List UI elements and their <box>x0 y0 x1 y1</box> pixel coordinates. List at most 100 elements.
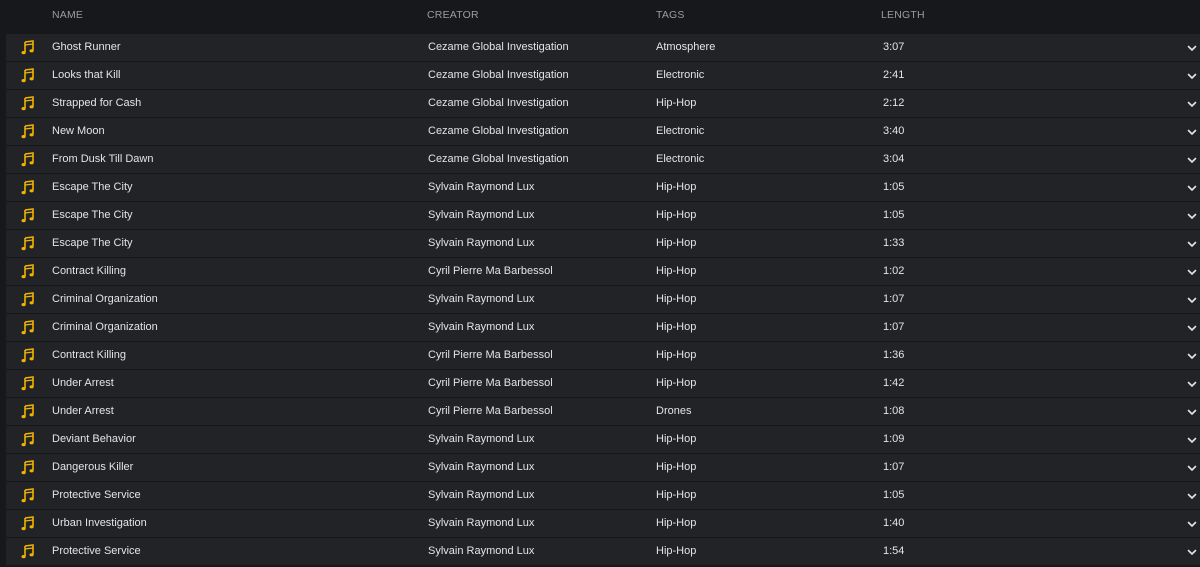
track-length: 1:54 <box>883 545 905 557</box>
track-creator: Cyril Pierre Ma Barbessol <box>428 377 553 389</box>
track-length: 2:41 <box>883 69 905 81</box>
track-length: 3:07 <box>883 41 905 53</box>
track-tags: Hip-Hop <box>656 97 697 109</box>
track-row[interactable]: Protective Service Sylvain Raymond Lux Hip… <box>6 538 1200 565</box>
track-tags: Electronic <box>656 69 705 81</box>
track-tags: Hip-Hop <box>656 293 697 305</box>
track-creator: Cezame Global Investigation <box>428 41 569 53</box>
chevron-down-icon[interactable] <box>1186 70 1198 82</box>
track-creator: Sylvain Raymond Lux <box>428 181 535 193</box>
track-tags: Electronic <box>656 125 705 137</box>
chevron-down-icon[interactable] <box>1186 126 1198 138</box>
column-header-creator[interactable]: CREATOR <box>427 9 479 21</box>
track-tags: Hip-Hop <box>656 489 697 501</box>
chevron-down-icon[interactable] <box>1186 182 1198 194</box>
chevron-down-icon[interactable] <box>1186 294 1198 306</box>
chevron-down-icon[interactable] <box>1186 42 1198 54</box>
chevron-down-icon[interactable] <box>1186 154 1198 166</box>
track-creator: Sylvain Raymond Lux <box>428 517 535 529</box>
column-header-length[interactable]: LENGTH <box>881 9 925 21</box>
track-creator: Cyril Pierre Ma Barbessol <box>428 405 553 417</box>
track-row[interactable]: Strapped for Cash Cezame Global Investiga… <box>6 90 1200 117</box>
track-row[interactable]: Ghost Runner Cezame Global Investigation A… <box>6 34 1200 61</box>
track-row[interactable]: From Dusk Till Dawn Cezame Global Investi… <box>6 146 1200 173</box>
track-tags: Hip-Hop <box>656 321 697 333</box>
chevron-down-icon[interactable] <box>1186 490 1198 502</box>
track-name: Criminal Organization <box>52 321 158 333</box>
track-creator: Cyril Pierre Ma Barbessol <box>428 265 553 277</box>
track-length: 1:02 <box>883 265 905 277</box>
chevron-down-icon[interactable] <box>1186 378 1198 390</box>
track-row[interactable]: Criminal Organization Sylvain Raymond Lux… <box>6 314 1200 341</box>
column-header-name[interactable]: NAME <box>52 9 83 21</box>
column-header-tags[interactable]: TAGS <box>656 9 685 21</box>
track-row[interactable]: Under Arrest Cyril Pierre Ma Barbessol Dro… <box>6 398 1200 425</box>
chevron-down-icon[interactable] <box>1186 350 1198 362</box>
music-note-icon <box>20 95 38 113</box>
track-creator: Cyril Pierre Ma Barbessol <box>428 349 553 361</box>
chevron-down-icon[interactable] <box>1186 98 1198 110</box>
track-tags: Hip-Hop <box>656 545 697 557</box>
track-name: Urban Investigation <box>52 517 147 529</box>
music-note-icon <box>20 347 38 365</box>
chevron-down-icon[interactable] <box>1186 406 1198 418</box>
track-name: Protective Service <box>52 489 141 501</box>
track-tags: Hip-Hop <box>656 181 697 193</box>
chevron-down-icon[interactable] <box>1186 266 1198 278</box>
music-note-icon <box>20 123 38 141</box>
track-tags: Hip-Hop <box>656 265 697 277</box>
music-note-icon <box>20 319 38 337</box>
track-tags: Drones <box>656 405 692 417</box>
track-row[interactable]: Urban Investigation Sylvain Raymond Lux Hi… <box>6 510 1200 537</box>
track-row[interactable]: Contract Killing Cyril Pierre Ma Barbesso… <box>6 342 1200 369</box>
track-name: Strapped for Cash <box>52 97 142 109</box>
track-row[interactable]: Escape The City Sylvain Raymond Lux Hip-Ho… <box>6 202 1200 229</box>
track-row[interactable]: Dangerous Killer Sylvain Raymond Lux Hip-H… <box>6 454 1200 481</box>
chevron-down-icon[interactable] <box>1186 462 1198 474</box>
track-length: 1:40 <box>883 517 905 529</box>
track-name: Criminal Organization <box>52 293 158 305</box>
track-name: Looks that Kill <box>52 69 121 81</box>
track-tags: Electronic <box>656 153 705 165</box>
track-name: Contract Killing <box>52 265 126 277</box>
chevron-down-icon[interactable] <box>1186 518 1198 530</box>
track-name: Dangerous Killer <box>52 461 134 473</box>
track-row[interactable]: Criminal Organization Sylvain Raymond Lux… <box>6 286 1200 313</box>
track-row[interactable]: Contract Killing Cyril Pierre Ma Barbesso… <box>6 258 1200 285</box>
track-length: 1:05 <box>883 489 905 501</box>
track-row[interactable]: Deviant Behavior Sylvain Raymond Lux Hip-H… <box>6 426 1200 453</box>
track-length: 1:07 <box>883 461 905 473</box>
track-length: 1:08 <box>883 405 905 417</box>
track-length: 1:36 <box>883 349 905 361</box>
track-creator: Cezame Global Investigation <box>428 69 569 81</box>
track-name: Deviant Behavior <box>52 433 136 445</box>
track-creator: Sylvain Raymond Lux <box>428 489 535 501</box>
music-note-icon <box>20 235 38 253</box>
track-row[interactable]: Under Arrest Cyril Pierre Ma Barbessol Hip… <box>6 370 1200 397</box>
track-row[interactable]: Looks that Kill Cezame Global Investigati… <box>6 62 1200 89</box>
music-note-icon <box>20 291 38 309</box>
chevron-down-icon[interactable] <box>1186 210 1198 222</box>
music-note-icon <box>20 403 38 421</box>
chevron-down-icon[interactable] <box>1186 434 1198 446</box>
track-length: 2:12 <box>883 97 905 109</box>
column-header: NAME CREATOR TAGS LENGTH <box>0 0 1200 34</box>
track-row[interactable]: Escape The City Sylvain Raymond Lux Hip-Ho… <box>6 230 1200 257</box>
chevron-down-icon[interactable] <box>1186 238 1198 250</box>
track-name: From Dusk Till Dawn <box>52 153 154 165</box>
chevron-down-icon[interactable] <box>1186 322 1198 334</box>
track-row[interactable]: Protective Service Sylvain Raymond Lux Hip… <box>6 482 1200 509</box>
track-row[interactable]: New Moon Cezame Global Investigation Elect… <box>6 118 1200 145</box>
chevron-down-icon[interactable] <box>1186 546 1198 558</box>
track-name: Ghost Runner <box>52 41 121 53</box>
track-name: Under Arrest <box>52 405 114 417</box>
track-creator: Sylvain Raymond Lux <box>428 321 535 333</box>
track-length: 1:07 <box>883 293 905 305</box>
track-tags: Hip-Hop <box>656 377 697 389</box>
track-row[interactable]: Escape The City Sylvain Raymond Lux Hip-Ho… <box>6 174 1200 201</box>
track-name: New Moon <box>52 125 105 137</box>
music-note-icon <box>20 39 38 57</box>
track-list-view: NAME CREATOR TAGS LENGTH Ghost Runner Cez… <box>0 0 1200 567</box>
music-note-icon <box>20 487 38 505</box>
track-tags: Hip-Hop <box>656 517 697 529</box>
